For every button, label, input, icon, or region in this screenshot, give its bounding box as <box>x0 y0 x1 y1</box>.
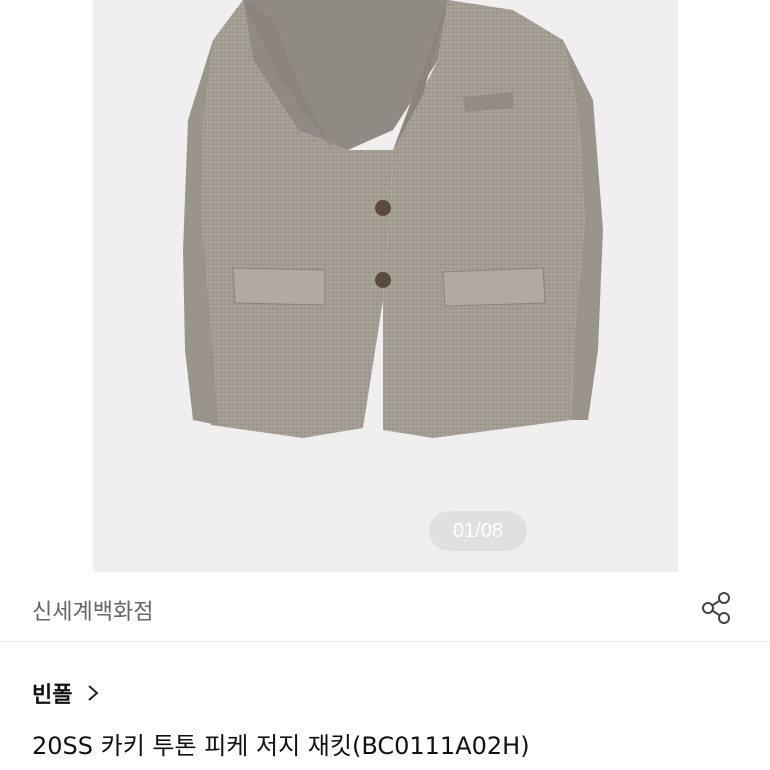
store-name-link[interactable]: 신세계백화점 <box>32 594 153 626</box>
store-row: 신세계백화점 <box>0 572 770 642</box>
chevron-right-icon <box>88 685 100 701</box>
share-button[interactable] <box>696 588 736 628</box>
product-image-gallery[interactable]: 01/08 <box>93 0 678 572</box>
product-title: 20SS 카키 투톤 피케 저지 재킷(BC0111A02H) <box>32 732 530 760</box>
share-icon <box>702 592 730 624</box>
jacket-image <box>183 0 603 438</box>
brand-link[interactable]: 빈폴 <box>32 676 100 710</box>
image-page-counter: 01/08 <box>429 511 527 551</box>
brand-name: 빈폴 <box>32 683 73 708</box>
